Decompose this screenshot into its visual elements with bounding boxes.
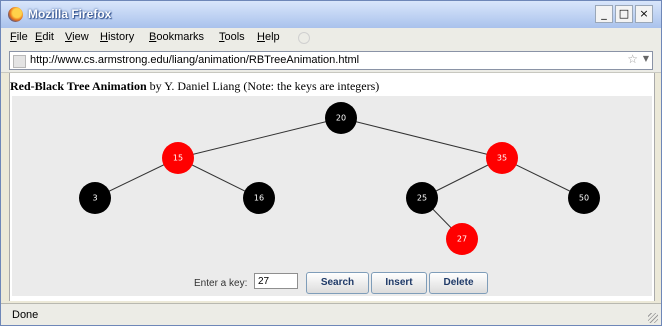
rb-tree-diagram: 20 15 35 3 16 25 50 27 xyxy=(79,102,600,255)
minimize-button[interactable]: _ xyxy=(595,5,613,23)
tree-node-label: 3 xyxy=(92,194,97,203)
page-heading-subtitle: by Y. Daniel Liang (Note: the keys are i… xyxy=(146,79,380,93)
close-button[interactable]: × xyxy=(635,5,653,23)
maximize-button[interactable]: □ xyxy=(615,5,633,23)
tree-node-label: 15 xyxy=(173,154,183,163)
status-text: Done xyxy=(12,309,39,321)
tree-node-25: 25 xyxy=(406,182,438,214)
tree-node-3: 3 xyxy=(79,182,111,214)
key-input[interactable] xyxy=(254,273,298,289)
menu-help[interactable]: Help xyxy=(257,31,280,43)
tree-node-15: 15 xyxy=(162,142,194,174)
tree-edge-20-15 xyxy=(177,117,342,159)
url-text[interactable]: http://www.cs.armstrong.edu/liang/animat… xyxy=(30,54,359,66)
url-dropdown-icon[interactable]: ▼ xyxy=(643,54,649,63)
tree-node-label: 20 xyxy=(336,114,346,123)
status-bar: Done xyxy=(1,303,661,325)
search-button[interactable]: Search xyxy=(306,272,369,294)
delete-button[interactable]: Delete xyxy=(429,272,488,294)
tree-node-label: 50 xyxy=(579,194,589,203)
tree-node-35: 35 xyxy=(486,142,518,174)
title-bar: Mozilla Firefox _ □ × xyxy=(1,1,661,29)
firefox-logo-icon xyxy=(8,7,23,22)
window-controls: _ □ × xyxy=(595,5,653,23)
menu-file[interactable]: File xyxy=(10,31,28,43)
tree-edge-20-35 xyxy=(340,117,503,159)
tree-node-label: 16 xyxy=(254,194,264,203)
menu-tools[interactable]: Tools xyxy=(219,31,245,43)
bookmark-star-icon[interactable]: ☆ xyxy=(627,52,638,66)
url-bar[interactable]: http://www.cs.armstrong.edu/liang/animat… xyxy=(9,51,653,70)
tree-node-27: 27 xyxy=(446,223,478,255)
page-heading-title: Red-Black Tree Animation xyxy=(10,79,147,93)
menu-bar: File Edit View History Bookmarks Tools H… xyxy=(1,28,661,48)
tree-canvas: 20 15 35 3 16 25 50 27 xyxy=(12,96,652,296)
menu-edit[interactable]: Edit xyxy=(35,31,54,43)
tree-node-20: 20 xyxy=(325,102,357,134)
browser-window: Mozilla Firefox _ □ × File Edit View His… xyxy=(0,0,662,326)
navigation-bar: http://www.cs.armstrong.edu/liang/animat… xyxy=(1,48,661,73)
tree-node-label: 35 xyxy=(497,154,507,163)
window-title: Mozilla Firefox xyxy=(28,7,112,21)
tree-node-label: 27 xyxy=(457,235,467,244)
throbber-icon xyxy=(298,32,310,44)
tree-node-label: 25 xyxy=(417,194,427,203)
menu-bookmarks[interactable]: Bookmarks xyxy=(149,31,204,43)
site-icon xyxy=(13,55,26,68)
tree-node-16: 16 xyxy=(243,182,275,214)
resize-grip[interactable] xyxy=(648,313,658,323)
menu-history[interactable]: History xyxy=(100,31,134,43)
page-heading: Red-Black Tree Animation by Y. Daniel Li… xyxy=(10,79,379,94)
insert-button[interactable]: Insert xyxy=(371,272,427,294)
tree-node-50: 50 xyxy=(568,182,600,214)
menu-view[interactable]: View xyxy=(65,31,89,43)
key-label: Enter a key: xyxy=(194,278,248,289)
